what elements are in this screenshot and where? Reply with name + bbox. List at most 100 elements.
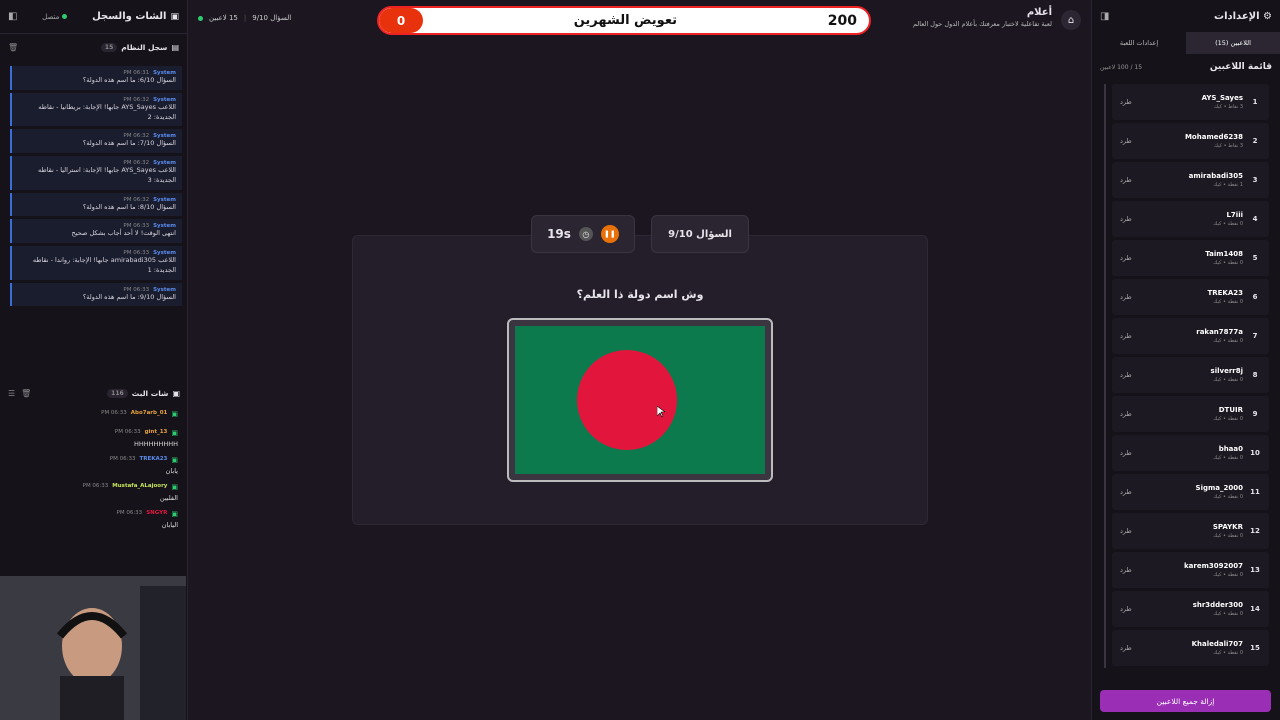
player-name: Mohamed6238 (1184, 133, 1243, 141)
kick-button[interactable]: طرد (1120, 527, 1132, 535)
stream-chat: ☰ 🗑 ▣ شات البث 116 ▣ Abo7arb_01 PM 06:33 ▣ gint… (0, 380, 188, 580)
log-message: اللاعب amirabadi305 جابها! الإجابة: روان… (32, 256, 176, 274)
log-message: اللاعب AYS_Sayes جابها! الإجابة: بريطاني… (38, 102, 176, 121)
player-row: 3 amirabadi305 1 نقطة • كيك طرد (1112, 162, 1269, 198)
chat-username: TREKA23 (139, 456, 168, 462)
player-name: Khaledali707 (1191, 640, 1243, 648)
remove-all-players-button[interactable]: إزالة جميع اللاعبين (1100, 690, 1271, 712)
log-message: السؤال 7/10: ما اسم هذه الدولة؟ (82, 139, 176, 148)
home-button[interactable]: ⌂ (1061, 10, 1081, 30)
system-log-count: 15 (100, 42, 118, 52)
user-badge-icon: ▣ (171, 483, 178, 491)
log-message: اللاعب AYS_Sayes جابها! الإجابة: استرالي… (38, 166, 176, 184)
chat-trash-icon[interactable]: 🗑 (21, 389, 31, 398)
player-rank: 14 (1250, 605, 1260, 613)
player-name: rakan7877a (1196, 328, 1243, 336)
chat-time: PM 06:33 (109, 456, 136, 462)
chat-message: ▣ Mustafa_ALajoory PM 06:33 الفلبين (0, 479, 188, 506)
system-log-list[interactable]: System PM 06:31 السؤال 6/10: ما اسم هذه ال… (10, 66, 182, 368)
tab-players[interactable]: اللاعبين (15) (1186, 32, 1280, 54)
flag-image (515, 326, 765, 474)
player-row: 13 karem3092007 0 نقطة • كيك طرد (1112, 552, 1269, 588)
kick-button[interactable]: طرد (1120, 644, 1132, 652)
kick-button[interactable]: طرد (1120, 137, 1132, 145)
player-row: 6 TREKA23 0 نقطة • كيك طرد (1112, 279, 1269, 315)
player-score: 0 نقطة • كيك (1213, 338, 1243, 344)
chat-username: SNGYR (146, 510, 168, 516)
kick-button[interactable]: طرد (1120, 449, 1132, 457)
player-score: 0 نقطة • كيك (1213, 572, 1243, 578)
user-badge-icon: ▣ (171, 410, 178, 418)
kick-button[interactable]: طرد (1120, 254, 1132, 262)
log-entry: System PM 06:33 انتهى الوقت! لا أحد أجاب ب… (10, 219, 182, 243)
player-score: 0 نقطة • كيك (1213, 611, 1243, 617)
player-score: 3 نقاط • كيك (1213, 143, 1243, 149)
player-score: 3 نقاط • كيك (1213, 104, 1243, 110)
tab-game-settings[interactable]: إعدادات اللعبة (1092, 32, 1186, 54)
chat-bubble-icon: ▣ (172, 388, 180, 398)
pause-button[interactable]: ❚❚ (600, 225, 619, 243)
chat-message-list[interactable]: ▣ Abo7arb_01 PM 06:33 ▣ gint_13 PM 06:33 HHHHH… (0, 406, 188, 533)
panel-title: ▣ الشات والسجل (92, 11, 179, 22)
chat-log-header: ◧ متصل ▣ الشات والسجل (0, 0, 187, 34)
log-icon: ▤ (171, 42, 179, 52)
chat-username: Mustafa_ALajoory (112, 483, 168, 489)
kick-button[interactable]: طرد (1120, 488, 1132, 496)
flag-disc (577, 350, 677, 450)
score-right: 200 (827, 12, 857, 29)
chat-username: Abo7arb_01 (130, 410, 168, 416)
player-list-title: قائمة اللاعبين (1209, 62, 1272, 72)
log-time: PM 06:33 (123, 286, 150, 293)
player-name: karem3092007 (1184, 562, 1243, 570)
collapse-left-icon[interactable]: ◧ (8, 11, 17, 22)
status-dot (62, 14, 68, 19)
player-name: L7iii (1226, 211, 1243, 219)
kick-button[interactable]: طرد (1120, 371, 1132, 379)
player-rank: 4 (1252, 215, 1258, 223)
kick-button[interactable]: طرد (1120, 332, 1132, 340)
log-message: انتهى الوقت! لا أحد أجاب بشكل صحيح (71, 229, 177, 238)
player-rank: 1 (1252, 98, 1258, 106)
game-subtitle: لعبة تفاعلية لاختبار معرفتك بأعلام الدول… (912, 20, 1052, 28)
collapse-right-icon[interactable]: ◨ (1100, 11, 1109, 22)
player-score: 1 نقطة • كيك (1213, 182, 1243, 188)
player-row: 11 Sigma_2000 0 نقطة • كيك طرد (1112, 474, 1269, 510)
log-entry: System PM 06:32 اللاعب AYS_Sayes جابها! ال… (10, 92, 182, 127)
player-rank: 9 (1252, 410, 1258, 418)
kick-button[interactable]: طرد (1120, 566, 1132, 574)
kick-button[interactable]: طرد (1120, 293, 1132, 301)
player-score: 0 نقطة • كيك (1213, 533, 1243, 539)
kick-button[interactable]: طرد (1120, 410, 1132, 418)
settings-title-text: الإعدادات (1214, 10, 1260, 22)
chat-message: ▣ gint_13 PM 06:33 HHHHHHHHH (0, 425, 188, 452)
players-online: 15 لاعبين (209, 14, 238, 22)
player-list[interactable]: 1 AYS_Sayes 3 نقاط • كيك طرد 2 Mohamed6238 3 ن… (1104, 84, 1269, 668)
player-row: 2 Mohamed6238 3 نقاط • كيك طرد (1112, 123, 1269, 159)
user-badge-icon: ▣ (171, 429, 178, 437)
streamer-camera-image (0, 576, 186, 720)
log-author: System (153, 96, 176, 103)
stream-chat-count: 116 (107, 388, 128, 398)
log-entry: System PM 06:31 السؤال 6/10: ما اسم هذه ال… (10, 66, 182, 90)
player-score: 0 نقطة • كيك (1213, 377, 1243, 383)
kick-button[interactable]: طرد (1120, 176, 1132, 184)
player-row: 5 Taim1408 0 نقطة • كيك طرد (1112, 240, 1269, 276)
filter-icon[interactable]: ☰ (8, 389, 15, 398)
player-name: TREKA23 (1207, 289, 1243, 297)
system-log-title: سجل النظام (121, 42, 168, 52)
kick-button[interactable]: طرد (1120, 98, 1132, 106)
connection-status: متصل (42, 13, 68, 21)
player-rank: 2 (1252, 137, 1258, 145)
gear-icon: ⚙ (1259, 10, 1272, 22)
player-list-header: قائمة اللاعبين 15 / 100 لاعبين (1092, 54, 1280, 76)
kick-button[interactable]: طرد (1120, 215, 1132, 223)
player-name: DTUIR (1218, 406, 1243, 414)
score-left: 0 (379, 8, 423, 33)
log-entry: System PM 06:32 السؤال 7/10: ما اسم هذه ال… (10, 129, 182, 153)
player-score: 0 نقطة • كيك (1213, 299, 1243, 305)
trash-icon[interactable]: 🗑 (8, 43, 18, 52)
game-brand: أعلام لعبة تفاعلية لاختبار معرفتك بأعلام… (880, 7, 1080, 28)
kick-button[interactable]: طرد (1120, 605, 1132, 613)
player-rank: 15 (1250, 644, 1260, 652)
log-entry: System PM 06:32 السؤال 8/10: ما اسم هذه ال… (10, 192, 182, 217)
